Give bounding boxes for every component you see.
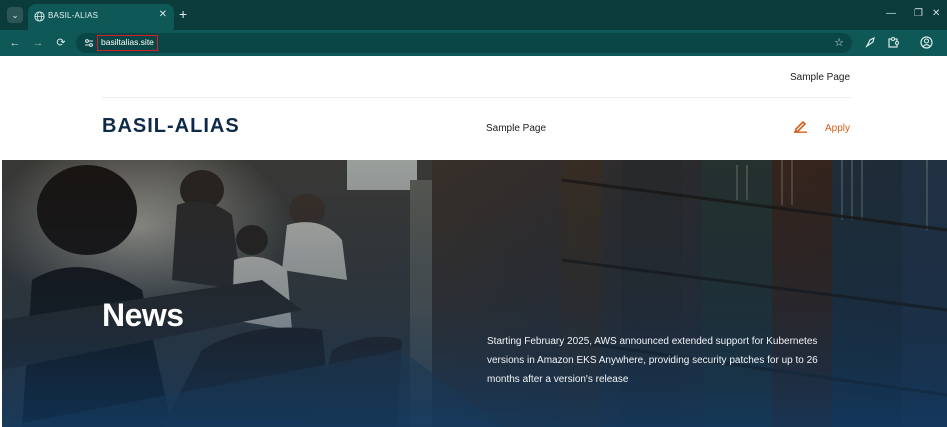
back-icon[interactable]: ← (8, 36, 22, 50)
reload-icon[interactable]: ⟳ (54, 36, 68, 50)
tab-strip: ⌄ BASIL-ALIAS ✕ + — ❐ ✕ (0, 0, 947, 30)
close-window-button[interactable]: ✕ (932, 8, 940, 20)
puzzle-icon[interactable] (887, 36, 900, 49)
tab-title: BASIL-ALIAS (48, 11, 99, 20)
close-tab-icon[interactable]: ✕ (159, 9, 167, 20)
pen-icon[interactable] (792, 119, 808, 133)
globe-icon (34, 11, 45, 22)
tab-search-button[interactable]: ⌄ (7, 7, 23, 23)
site-logo[interactable]: BASIL-ALIAS (102, 115, 240, 138)
browser-toolbar: ← → ⟳ basiltalias.site ☆ (0, 30, 947, 56)
apply-link[interactable]: Apply (825, 123, 850, 134)
profile-icon[interactable] (920, 36, 933, 49)
url-highlight: basiltalias.site (97, 35, 158, 51)
forward-icon[interactable]: → (31, 36, 45, 50)
hero-description: Starting February 2025, AWS announced ex… (487, 336, 818, 385)
hero-title: News (102, 297, 184, 333)
restore-button[interactable]: ❐ (914, 8, 923, 20)
browser-tab[interactable]: BASIL-ALIAS ✕ (28, 4, 174, 30)
address-bar[interactable]: basiltalias.site ☆ (76, 33, 852, 53)
mainnav-sample-page-link[interactable]: Sample Page (486, 123, 546, 134)
minimize-button[interactable]: — (886, 8, 896, 20)
topnav-sample-page-link[interactable]: Sample Page (790, 72, 850, 83)
url-text[interactable]: basiltalias.site (101, 37, 154, 47)
site-info-icon[interactable] (83, 37, 95, 49)
header-divider (102, 97, 852, 98)
extensions-icon[interactable] (864, 36, 877, 49)
bookmark-star-icon[interactable]: ☆ (834, 36, 844, 49)
hero-banner: News Starting February 2025, AWS announc… (2, 160, 947, 427)
new-tab-button[interactable]: + (179, 6, 187, 22)
